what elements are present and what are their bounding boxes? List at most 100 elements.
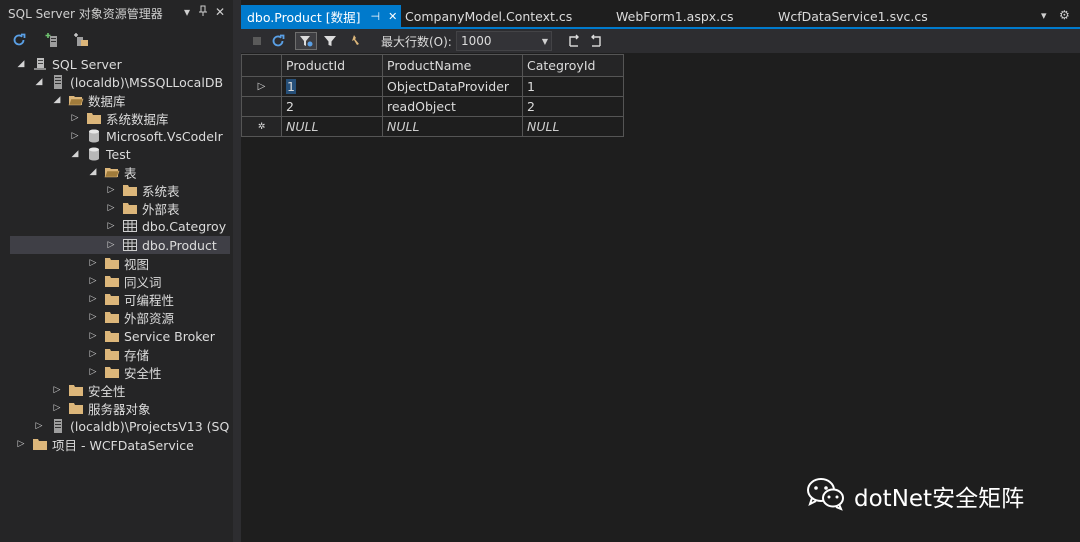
- folder-icon: [68, 382, 84, 398]
- grid-cell[interactable]: 2: [282, 97, 383, 117]
- tree-node-system-databases[interactable]: ▷ 系统数据库: [68, 109, 169, 127]
- tree-node-project[interactable]: ▷ 项目 - WCFDataService: [14, 435, 194, 453]
- folder-icon: [104, 328, 120, 344]
- collapsed-arrow-icon[interactable]: ▷: [14, 437, 28, 451]
- table-row-new[interactable]: ✲ NULL NULL NULL: [241, 117, 624, 137]
- row-selector[interactable]: [241, 97, 282, 117]
- tree-node-external-resources[interactable]: ▷ 外部资源: [86, 308, 174, 326]
- grid-cell[interactable]: NULL: [523, 117, 624, 137]
- grid-cell[interactable]: 1: [523, 77, 624, 97]
- export-icon[interactable]: [565, 32, 583, 50]
- grid-cell[interactable]: ObjectDataProvider: [383, 77, 523, 97]
- grid-cell[interactable]: 1: [282, 77, 383, 97]
- tree-node-vscode-db[interactable]: ▷ Microsoft.VsCodeIr: [68, 127, 223, 145]
- row-header-corner[interactable]: [241, 54, 282, 77]
- tree-node-sql-server[interactable]: ◢ SQL Server: [14, 55, 122, 73]
- collapsed-arrow-icon[interactable]: ▷: [104, 219, 118, 233]
- table-icon: [122, 237, 138, 253]
- grid-cell[interactable]: NULL: [282, 117, 383, 137]
- expanded-arrow-icon[interactable]: ◢: [14, 57, 28, 71]
- tree-node-db-security[interactable]: ▷ 安全性: [86, 363, 162, 381]
- close-icon[interactable]: ✕: [213, 5, 227, 19]
- tree-node-views[interactable]: ▷ 视图: [86, 254, 149, 272]
- refresh-icon[interactable]: [10, 31, 28, 49]
- expanded-arrow-icon[interactable]: ◢: [32, 75, 46, 89]
- tree-node-label: (localdb)\ProjectsV13 (SQ: [70, 418, 230, 434]
- collapsed-arrow-icon[interactable]: ▷: [86, 310, 100, 324]
- row-selector[interactable]: ✲: [241, 117, 282, 137]
- settings-gear-icon[interactable]: ⚙: [1059, 8, 1070, 22]
- script-icon[interactable]: [347, 32, 365, 50]
- close-tab-icon[interactable]: ✕: [388, 10, 397, 23]
- tree-node-label: 安全性: [88, 383, 126, 399]
- tree-node-table-product[interactable]: ▷ dbo.Product: [10, 236, 230, 254]
- collapsed-arrow-icon[interactable]: ▷: [104, 238, 118, 252]
- tree-node-programmability[interactable]: ▷ 可编程性: [86, 290, 174, 308]
- collapsed-arrow-icon[interactable]: ▷: [32, 419, 46, 433]
- expanded-arrow-icon[interactable]: ◢: [86, 165, 100, 179]
- add-server-icon[interactable]: [44, 31, 62, 49]
- tab-dbo-product-data[interactable]: dbo.Product [数据] ⊣ ✕: [241, 5, 401, 27]
- tab-webform1[interactable]: WebForm1.aspx.cs: [610, 5, 734, 27]
- tree-node-label: 项目 - WCFDataService: [52, 437, 194, 453]
- max-rows-label: 最大行数(O):: [381, 35, 452, 49]
- column-header[interactable]: CategroyId: [523, 54, 624, 77]
- data-grid: ProductId ProductName CategroyId ▷ 1 Obj…: [241, 54, 624, 137]
- row-selector[interactable]: ▷: [241, 77, 282, 97]
- stop-icon[interactable]: [249, 32, 265, 50]
- collapsed-arrow-icon[interactable]: ▷: [104, 183, 118, 197]
- database-icon: [86, 128, 102, 144]
- collapsed-arrow-icon[interactable]: ▷: [86, 274, 100, 288]
- tree-node-mssqllocaldb[interactable]: ◢ (localdb)\MSSQLLocalDB: [32, 73, 223, 91]
- grid-cell[interactable]: NULL: [383, 117, 523, 137]
- folder-icon: [68, 400, 84, 416]
- collapsed-arrow-icon[interactable]: ▷: [68, 129, 82, 143]
- tree-node-storage[interactable]: ▷ 存储: [86, 345, 149, 363]
- collapsed-arrow-icon[interactable]: ▷: [86, 292, 100, 306]
- tree-node-projectsv13[interactable]: ▷ (localdb)\ProjectsV13 (SQ: [32, 417, 233, 435]
- collapsed-arrow-icon[interactable]: ▷: [86, 365, 100, 379]
- folder-icon: [32, 436, 48, 452]
- tree-node-external-tables[interactable]: ▷ 外部表: [104, 199, 180, 217]
- tree-node-table-categroy[interactable]: ▷ dbo.Categroy: [104, 217, 233, 235]
- refresh-icon[interactable]: [269, 32, 287, 50]
- tree-node-server-security[interactable]: ▷ 安全性: [50, 381, 126, 399]
- collapsed-arrow-icon[interactable]: ▷: [68, 111, 82, 125]
- panel-menu-icon[interactable]: ▾: [180, 5, 194, 19]
- tab-overflow-icon[interactable]: ▾: [1041, 9, 1047, 22]
- grid-cell[interactable]: readObject: [383, 97, 523, 117]
- column-header[interactable]: ProductName: [383, 54, 523, 77]
- tab-wcfdataservice1[interactable]: WcfDataService1.svc.cs: [772, 5, 928, 27]
- column-header[interactable]: ProductId: [282, 54, 383, 77]
- chevron-down-icon[interactable]: ▼: [542, 37, 548, 46]
- collapsed-arrow-icon[interactable]: ▷: [50, 383, 64, 397]
- collapsed-arrow-icon[interactable]: ▷: [86, 256, 100, 270]
- tab-companymodel-context[interactable]: CompanyModel.Context.cs: [399, 5, 572, 27]
- grid-cell[interactable]: 2: [523, 97, 624, 117]
- add-sql-server-icon[interactable]: [72, 31, 90, 49]
- collapsed-arrow-icon[interactable]: ▷: [86, 329, 100, 343]
- collapsed-arrow-icon[interactable]: ▷: [104, 201, 118, 215]
- table-row[interactable]: 2 readObject 2: [241, 97, 624, 117]
- tree-node-databases[interactable]: ◢ 数据库: [50, 91, 126, 109]
- apply-filter-icon[interactable]: [295, 32, 317, 50]
- expanded-arrow-icon[interactable]: ◢: [50, 93, 64, 107]
- tab-label: WcfDataService1.svc.cs: [778, 8, 928, 24]
- collapsed-arrow-icon[interactable]: ▷: [50, 401, 64, 415]
- import-icon[interactable]: [587, 32, 605, 50]
- panel-splitter[interactable]: [233, 0, 241, 542]
- filter-icon[interactable]: [321, 32, 339, 50]
- expanded-arrow-icon[interactable]: ◢: [68, 147, 82, 161]
- tree-node-test-db[interactable]: ◢ Test: [68, 145, 131, 163]
- pin-icon[interactable]: [196, 5, 210, 20]
- tree-node-service-broker[interactable]: ▷ Service Broker: [86, 327, 215, 345]
- table-row[interactable]: ▷ 1 ObjectDataProvider 1: [241, 77, 624, 97]
- tree-node-server-objects[interactable]: ▷ 服务器对象: [50, 399, 151, 417]
- pin-icon[interactable]: ⊣: [370, 10, 380, 23]
- tree-node-tables[interactable]: ◢ 表: [86, 163, 137, 181]
- collapsed-arrow-icon[interactable]: ▷: [86, 347, 100, 361]
- max-rows-combobox[interactable]: 1000 ▼: [456, 31, 552, 51]
- watermark-text: dotNet安全矩阵: [854, 485, 1025, 512]
- tree-node-system-tables[interactable]: ▷ 系统表: [104, 181, 180, 199]
- tree-node-synonyms[interactable]: ▷ 同义词: [86, 272, 162, 290]
